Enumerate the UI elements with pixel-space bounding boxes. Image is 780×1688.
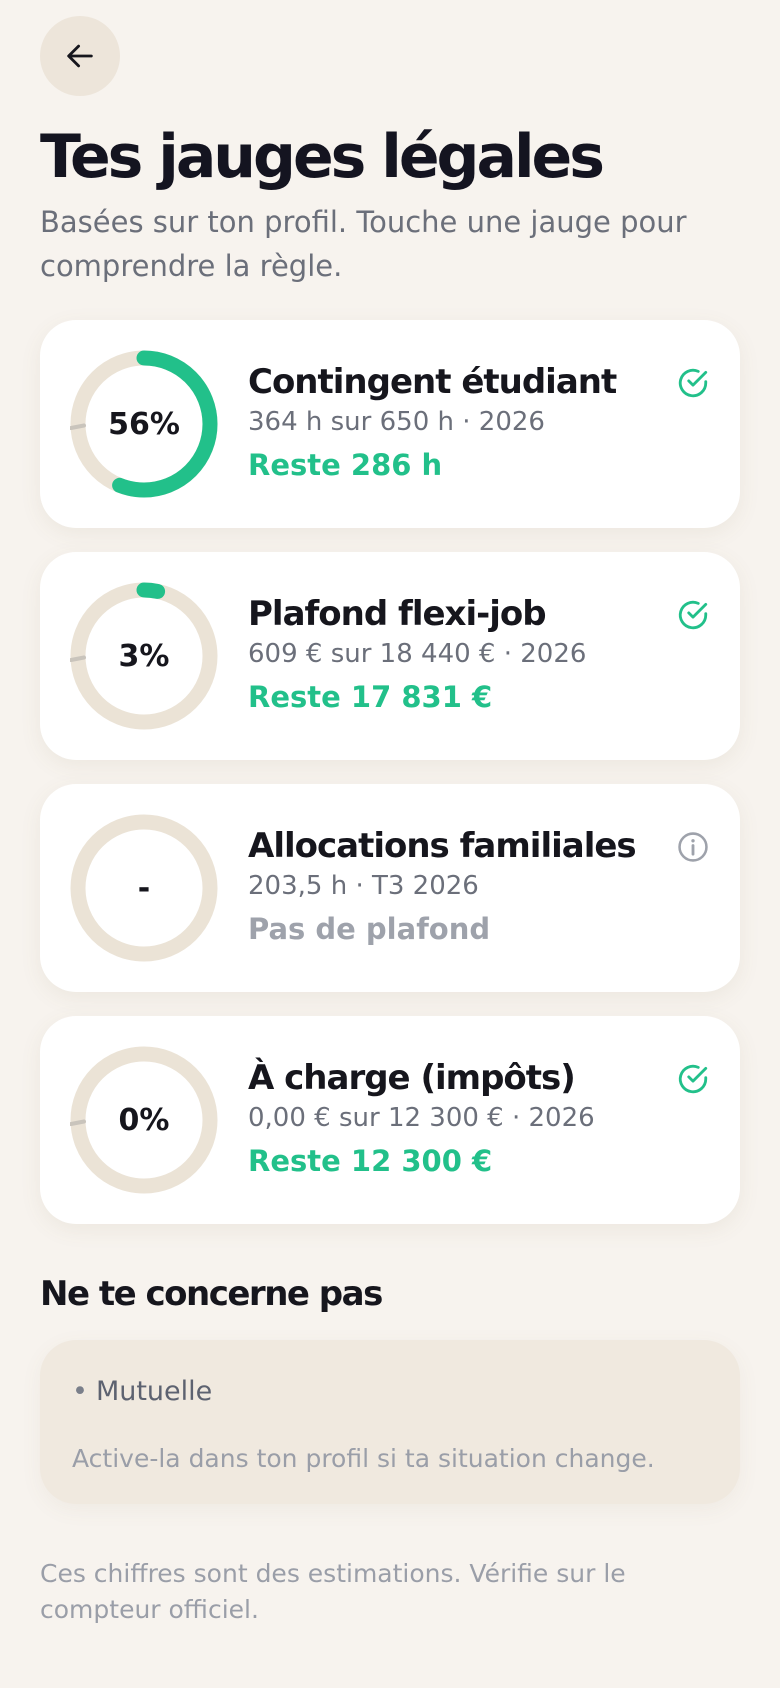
gauge-detail: 203,5 h · T3 2026 [248,871,479,901]
gauge-percent: 56% [108,406,180,442]
check-circle-icon [676,598,710,632]
gauge-title: Plafond flexi-job [248,594,547,634]
page-title: Tes jauges légales [40,122,605,192]
gauge-card-dependent-tax[interactable]: 0% À charge (impôts) 0,00 € sur 12 300 €… [40,1016,740,1224]
gauge-ring: 3% [70,582,218,730]
disclaimer: Ces chiffres sont des estimations. Vérif… [40,1559,626,1624]
gauge-remaining: Reste 286 h [248,448,443,482]
gauge-ring: 0% [70,1046,218,1194]
gauge-percent: 3% [118,638,170,674]
gauge-ring: 56% [70,350,218,498]
list-item: • Mutuelle [72,1376,212,1407]
arrow-left-icon [67,44,93,68]
not-applicable-panel: • Mutuelle Active-la dans ton profil si t… [40,1340,740,1504]
gauge-percent: - [137,870,151,906]
info-circle-icon[interactable] [676,830,710,864]
legal-gauges-screen: Tes jauges légales Basées sur ton profil… [0,0,780,1688]
gauge-card-family-allowance[interactable]: - Allocations familiales 203,5 h · T3 20… [40,784,740,992]
list-item-label: Mutuelle [95,1376,213,1407]
gauge-detail: 0,00 € sur 12 300 € · 2026 [248,1103,595,1133]
not-applicable-hint: Active-la dans ton profil si ta situatio… [72,1444,655,1473]
gauge-remaining: Pas de plafond [248,912,491,946]
not-applicable-title: Ne te concerne pas [40,1274,383,1314]
gauge-card-student-quota[interactable]: 56% Contingent étudiant 364 h sur 650 h … [40,320,740,528]
gauge-detail: 364 h sur 650 h · 2026 [248,407,545,437]
check-circle-icon [676,366,710,400]
gauge-title: À charge (impôts) [248,1058,576,1098]
check-circle-icon [676,1062,710,1096]
gauge-title: Allocations familiales [248,826,637,866]
gauge-detail: 609 € sur 18 440 € · 2026 [248,639,587,669]
gauge-title: Contingent étudiant [248,362,617,402]
gauge-card-flexi-job[interactable]: 3% Plafond flexi-job 609 € sur 18 440 € … [40,552,740,760]
gauge-ring: - [70,814,218,962]
gauge-remaining: Reste 12 300 € [248,1144,493,1178]
back-button[interactable] [40,16,120,96]
gauge-percent: 0% [118,1102,170,1138]
gauge-remaining: Reste 17 831 € [248,680,493,714]
page-subtitle: Basées sur ton profil. Touche une jauge … [40,205,687,283]
bullet-icon: • [72,1376,88,1407]
